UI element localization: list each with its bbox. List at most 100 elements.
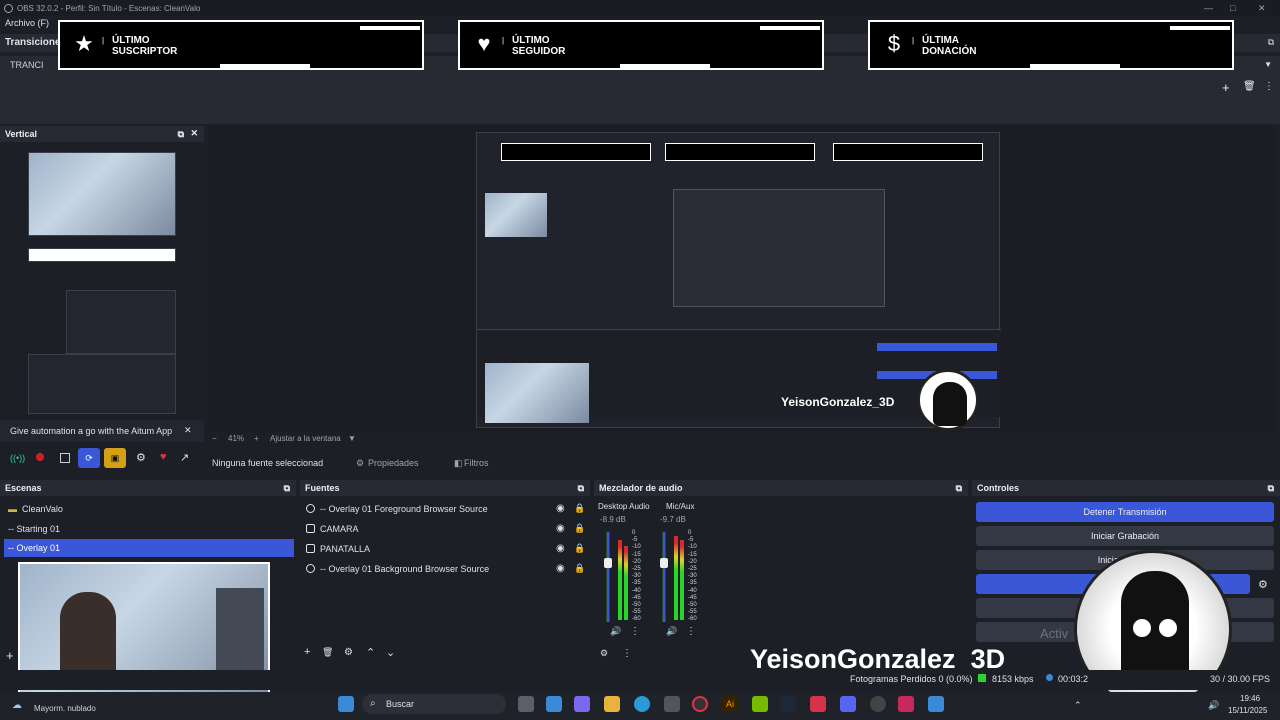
speaker-icon[interactable]: 🔊 bbox=[1208, 700, 1219, 711]
start-record-button[interactable]: Iniciar Grabación bbox=[976, 526, 1274, 546]
banner-line2: SUSCRIPTOR bbox=[112, 46, 178, 57]
tiktok-icon[interactable] bbox=[898, 696, 914, 712]
vertical-preview bbox=[0, 142, 204, 420]
lock-icon[interactable]: 🔒 bbox=[574, 503, 585, 514]
close-button[interactable]: ✕ bbox=[1258, 0, 1266, 16]
gear-icon[interactable]: ⚙ bbox=[344, 647, 353, 658]
source-row[interactable]: -- Overlay 01 Foreground Browser Source … bbox=[300, 499, 590, 519]
add-scene-icon[interactable]: + bbox=[6, 648, 14, 663]
stop-icon[interactable] bbox=[60, 453, 70, 463]
mixer-panel: Desktop Audio -8.9 dB Mic/Aux -9.7 dB 0-… bbox=[594, 496, 968, 668]
illustrator-icon[interactable]: Ai bbox=[722, 696, 738, 712]
speaker-icon[interactable]: 🔊 bbox=[666, 626, 677, 637]
nvidia-icon[interactable] bbox=[752, 696, 768, 712]
weather-text[interactable]: Mayorm. nublado bbox=[34, 704, 96, 713]
transitions-undock-icon[interactable]: ⧉ bbox=[1268, 37, 1274, 48]
controls-title: Controles bbox=[977, 483, 1020, 493]
zoom-in-button[interactable]: + bbox=[254, 434, 259, 443]
undock-icon[interactable]: ⧉ bbox=[1268, 483, 1274, 494]
chevron-down-icon[interactable]: ▼ bbox=[1264, 60, 1272, 69]
trash-icon[interactable]: 🗑 bbox=[322, 647, 333, 658]
star-icon: ★ bbox=[74, 31, 94, 56]
undock-icon[interactable]: ⧉ bbox=[178, 129, 184, 140]
zoom-out-button[interactable]: − bbox=[212, 434, 217, 443]
gear-icon[interactable]: ⚙ bbox=[356, 458, 364, 469]
zoom-bar: − 41% + Ajustar a la ventana ▼ bbox=[208, 432, 508, 446]
list-item[interactable]: ▬ CleanValo bbox=[8, 502, 288, 518]
trash-icon[interactable]: 🗑 bbox=[1243, 81, 1256, 92]
minimize-button[interactable]: — bbox=[1204, 0, 1213, 16]
lock-icon[interactable]: 🔒 bbox=[574, 523, 585, 534]
list-item[interactable]: -- Starting 01 bbox=[8, 522, 288, 538]
more-icon[interactable]: ⋮ bbox=[622, 648, 632, 659]
explorer-icon[interactable] bbox=[604, 696, 620, 712]
chrome-icon[interactable] bbox=[870, 696, 886, 712]
clock-time[interactable]: 19:46 bbox=[1240, 694, 1260, 703]
app-icon[interactable] bbox=[810, 696, 826, 712]
move-up-icon[interactable]: ⌃ bbox=[366, 646, 375, 659]
undock-icon[interactable]: ⧉ bbox=[284, 483, 290, 494]
chevron-down-icon[interactable]: ▼ bbox=[348, 434, 356, 443]
copilot-icon[interactable] bbox=[546, 696, 562, 712]
lock-icon[interactable]: 🔒 bbox=[574, 563, 585, 574]
app-icon[interactable] bbox=[928, 696, 944, 712]
banner-subscriber: ★ | ÚLTIMO SUSCRIPTOR bbox=[58, 20, 424, 70]
clock-date[interactable]: 15/11/2025 bbox=[1228, 706, 1267, 715]
eye-icon[interactable]: ◉ bbox=[556, 563, 565, 574]
windows-start-icon[interactable] bbox=[338, 696, 354, 712]
task-view-icon[interactable] bbox=[518, 696, 534, 712]
source-row[interactable]: CAMARA ◉ 🔒 bbox=[300, 519, 590, 539]
volume-slider[interactable] bbox=[663, 532, 665, 622]
close-icon[interactable]: ✕ bbox=[190, 128, 198, 139]
filters-button[interactable]: Filtros bbox=[452, 458, 489, 468]
slider-handle[interactable] bbox=[660, 558, 668, 568]
more-icon[interactable]: ⋮ bbox=[630, 626, 640, 637]
heart-icon[interactable]: ♥ bbox=[160, 451, 167, 463]
menu-archivo[interactable]: Archivo (F) bbox=[5, 18, 49, 28]
transitions-title: Transiciones bbox=[5, 37, 67, 48]
chevron-up-icon[interactable]: ⌃ bbox=[1074, 700, 1082, 711]
properties-button[interactable]: Propiedades bbox=[368, 458, 419, 468]
broadcast-icon[interactable]: ((•)) bbox=[10, 453, 25, 463]
weather-icon[interactable]: ☁ bbox=[12, 700, 22, 711]
channel-db: -9.7 dB bbox=[660, 515, 686, 524]
source-row[interactable]: PANATALLA ◉ 🔒 bbox=[300, 539, 590, 559]
source-row[interactable]: -- Overlay 01 Background Browser Source … bbox=[300, 559, 590, 579]
eye-icon[interactable]: ◉ bbox=[556, 503, 565, 514]
share-icon[interactable]: ↗ bbox=[180, 451, 189, 464]
move-down-icon[interactable]: ⌄ bbox=[386, 646, 395, 659]
lock-icon[interactable]: 🔒 bbox=[574, 543, 585, 554]
speaker-icon[interactable]: 🔊 bbox=[610, 626, 621, 637]
status-bar: Fotogramas Perdidos 0 (0.0%) 8153 kbps 0… bbox=[0, 670, 1280, 690]
add-icon[interactable]: + bbox=[304, 646, 310, 658]
teams-icon[interactable] bbox=[574, 696, 590, 712]
gear-icon[interactable]: ⚙ bbox=[136, 451, 146, 464]
ad-text[interactable]: Give automation a go with the Aitum App bbox=[10, 426, 172, 436]
search-box[interactable]: ⌕ Buscar bbox=[362, 694, 506, 714]
steam-icon[interactable] bbox=[780, 696, 796, 712]
stop-stream-button[interactable]: Detener Transmisión bbox=[976, 502, 1274, 522]
undock-icon[interactable]: ⧉ bbox=[956, 483, 962, 494]
eye-icon[interactable]: ◉ bbox=[556, 543, 565, 554]
more-icon[interactable]: ⋮ bbox=[1264, 81, 1274, 92]
more-icon[interactable]: ⋮ bbox=[686, 626, 696, 637]
clip-icon[interactable]: ▣ bbox=[104, 448, 126, 468]
list-item-selected[interactable]: -- Overlay 01 bbox=[4, 539, 294, 557]
record-icon[interactable] bbox=[36, 453, 44, 461]
maximize-button[interactable]: □ bbox=[1230, 0, 1235, 16]
undock-icon[interactable]: ⧉ bbox=[578, 483, 584, 494]
gear-icon[interactable]: ⚙ bbox=[1258, 578, 1268, 591]
eye-icon[interactable]: ◉ bbox=[556, 523, 565, 534]
fit-button[interactable]: Ajustar a la ventana bbox=[270, 434, 341, 443]
obs-icon[interactable] bbox=[692, 696, 708, 712]
refresh-icon[interactable]: ⟳ bbox=[78, 448, 100, 468]
volume-slider[interactable] bbox=[607, 532, 609, 622]
edge-icon[interactable] bbox=[634, 696, 650, 712]
gear-icon[interactable]: ⚙ bbox=[600, 648, 608, 659]
slider-handle[interactable] bbox=[604, 558, 612, 568]
add-transition-icon[interactable]: + bbox=[1222, 80, 1230, 95]
store-icon[interactable] bbox=[664, 696, 680, 712]
main-preview[interactable]: YeisonGonzalez_3D bbox=[208, 126, 1276, 432]
discord-icon[interactable] bbox=[840, 696, 856, 712]
close-icon[interactable]: ✕ bbox=[184, 425, 192, 436]
